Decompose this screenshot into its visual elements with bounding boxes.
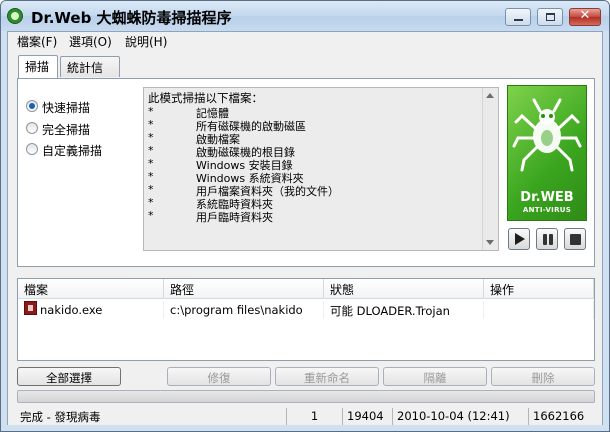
radio-button[interactable]: [26, 122, 38, 134]
menu-file[interactable]: 檔案(F): [17, 33, 57, 50]
column-header-action[interactable]: 操作: [484, 279, 594, 299]
play-icon: [515, 233, 525, 245]
status-date: 2010-10-04 (12:41): [392, 408, 528, 425]
column-header-status[interactable]: 狀態: [324, 279, 484, 299]
scroll-down-icon[interactable]: [486, 240, 494, 245]
description-scrollbar[interactable]: [482, 88, 498, 250]
radio-button[interactable]: [26, 143, 38, 155]
scan-progress-bar: [17, 390, 595, 403]
pause-scan-button[interactable]: [536, 228, 558, 250]
status-infected-count: 1: [286, 408, 342, 425]
maximize-icon: [546, 13, 555, 21]
start-scan-button[interactable]: [508, 228, 530, 250]
close-icon: ✕: [579, 8, 591, 23]
cell-path: c:\program files\nakido: [164, 301, 324, 319]
select-all-button[interactable]: 全部選擇: [17, 367, 121, 386]
app-window: Dr.Web 大蜘蛛防毒掃描程序 ✕ 檔案(F) 選項(O) 說明(H) 掃描 …: [0, 0, 610, 432]
logo-brand-text: Dr.WEB: [520, 190, 574, 205]
scan-results-table: 檔案 路徑 狀態 操作 nakido.exe c:\program files\…: [17, 278, 595, 361]
cell-file: nakido.exe: [34, 301, 164, 319]
cell-status: 可能 DLOADER.Trojan: [324, 301, 484, 319]
scroll-up-icon[interactable]: [486, 93, 494, 98]
stop-icon: [570, 234, 581, 245]
status-scanned-count: 19404: [342, 408, 392, 425]
status-database-records: 1662166: [528, 408, 602, 425]
description-heading: 此模式掃描以下檔案：: [148, 91, 263, 105]
stop-scan-button[interactable]: [564, 228, 586, 250]
menu-options[interactable]: 選項(O): [69, 33, 112, 50]
quarantine-button[interactable]: 隔離: [383, 367, 487, 386]
spider-logo-icon: [512, 98, 582, 172]
menu-help[interactable]: 說明(H): [125, 33, 167, 50]
minimize-button[interactable]: [505, 8, 531, 26]
tab-scan[interactable]: 掃描: [18, 55, 58, 78]
minimize-icon: [514, 19, 523, 21]
status-message: 完成 - 發現病毒: [20, 410, 101, 424]
radio-button[interactable]: [26, 100, 38, 112]
scan-panel: 快速掃描 完全掃描 自定義掃描 此模式掃描以下檔案： * 記憶體 * 所有磁碟機的啟…: [17, 78, 595, 267]
scan-description-box: 此模式掃描以下檔案： * 記憶體 * 所有磁碟機的啟動磁區 * 啟動檔案 * 啟動磁碟機…: [143, 87, 499, 251]
maximize-button[interactable]: [537, 8, 563, 26]
logo-sub-text: ANTI-VIRUS: [522, 206, 572, 214]
drweb-app-icon: [7, 8, 23, 24]
main-client-area: 檔案(F) 選項(O) 說明(H) 掃描 統計信息 快速掃描 完全掃描 自定義掃…: [7, 31, 603, 425]
scan-mode-label: 快速掃描: [42, 101, 91, 115]
pause-icon: [549, 234, 553, 245]
title-bar[interactable]: Dr.Web 大蜘蛛防毒掃描程序 ✕: [1, 1, 609, 31]
cure-button[interactable]: 修復: [167, 367, 271, 386]
column-header-file[interactable]: 檔案: [18, 279, 164, 299]
tab-statistics[interactable]: 統計信息: [60, 56, 120, 92]
scan-mode-label: 完全掃描: [42, 123, 91, 137]
tab-strip: 掃描 統計信息: [8, 55, 602, 92]
status-bar: 完成 - 發現病毒 1 19404 2010-10-04 (12:41) 166…: [8, 408, 602, 425]
drweb-logo: Dr.WEB ANTI-VIRUS: [507, 85, 587, 221]
pause-icon: [543, 234, 547, 245]
delete-button[interactable]: 刪除: [491, 367, 595, 386]
scan-mode-label: 自定義掃描: [42, 144, 103, 158]
menu-bar: 檔案(F) 選項(O) 說明(H): [8, 32, 602, 50]
close-button[interactable]: ✕: [569, 8, 601, 26]
cell-action: [484, 301, 594, 319]
column-header-path[interactable]: 路徑: [164, 279, 324, 299]
rename-button[interactable]: 重新命名: [275, 367, 379, 386]
window-title: Dr.Web 大蜘蛛防毒掃描程序: [31, 9, 232, 27]
